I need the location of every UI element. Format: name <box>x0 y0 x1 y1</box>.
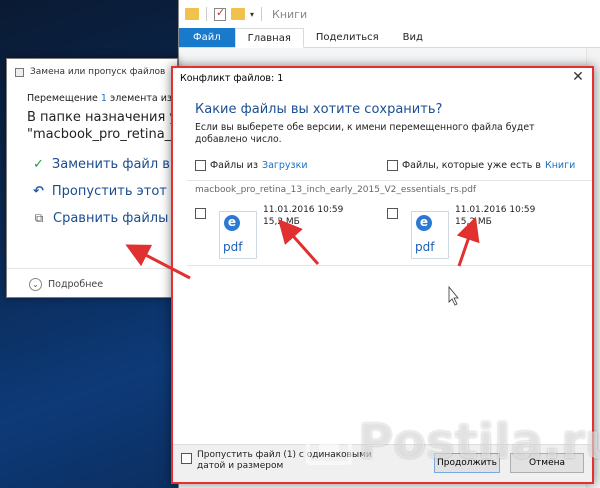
source-choice-label: Файлы из <box>210 160 258 171</box>
chevron-down-icon: ⌄ <box>29 278 42 291</box>
folder-icon[interactable] <box>185 8 199 20</box>
edge-icon: e <box>416 215 432 231</box>
replace-option[interactable]: ✓ Заменить файл в папке назначения <box>33 157 299 172</box>
watermark-logo-icon <box>306 419 352 465</box>
dialog-heading: Какие файлы вы хотите сохранить? <box>195 102 443 117</box>
compare-option-label: Сравнить файлы <box>53 211 169 226</box>
conflict-filename: macbook_pro_retina_13_inch_early_2015_V2… <box>195 185 477 195</box>
destination-file-checkbox[interactable] <box>387 208 398 219</box>
move-status: Перемещение 1 элемента из Загрузки в Кни… <box>27 93 262 104</box>
tab-home[interactable]: Главная <box>234 28 304 48</box>
dialog-title: Конфликт файлов: 1 <box>180 72 284 84</box>
dialog-description: Если вы выберете обе версии, к имени пер… <box>195 122 535 145</box>
destination-files-checkbox[interactable] <box>387 160 398 171</box>
explorer-titlebar: ▾ Книги <box>179 0 600 28</box>
destination-file-size: 15,2 МБ <box>455 217 492 227</box>
separator <box>206 7 207 21</box>
source-file-size: 15,2 МБ <box>263 217 300 227</box>
destination-choice-label: Файлы, которые уже есть в <box>402 160 541 171</box>
separator <box>261 7 263 21</box>
dialog-titlebar: Конфликт файлов: 1 ✕ <box>173 68 592 88</box>
properties-icon[interactable] <box>214 6 226 21</box>
checkmark-icon: ✓ <box>33 157 44 172</box>
compare-option[interactable]: ⧉ Сравнить файлы <box>33 211 177 226</box>
tab-share[interactable]: Поделиться <box>304 28 391 47</box>
edge-icon: e <box>224 215 240 231</box>
replace-skip-dialog: Замена или пропуск файлов Перемещение 1 … <box>6 58 445 298</box>
pdf-icon-label: pdf <box>223 240 243 254</box>
destination-file-date: 11.01.2016 10:59 <box>455 205 536 215</box>
move-prefix: Перемещение <box>27 93 101 104</box>
source-folder-link[interactable]: Загрузки <box>262 160 308 171</box>
skip-same-checkbox[interactable] <box>181 453 192 464</box>
choose-source-files[interactable]: Файлы из Загрузки <box>195 160 387 171</box>
window-title: Книги <box>272 7 308 21</box>
skip-icon: ↶ <box>33 184 44 199</box>
skip-option[interactable]: ↶ Пропустить этот файл <box>33 184 207 199</box>
ribbon-tabs: Файл Главная Поделиться Вид <box>179 28 600 48</box>
choose-destination-files[interactable]: Файлы, которые уже есть в Книги <box>387 160 579 171</box>
compare-files-icon: ⧉ <box>34 211 44 225</box>
more-details-label: Подробнее <box>48 279 104 290</box>
divider <box>7 268 177 269</box>
pdf-file-icon[interactable]: e pdf <box>219 211 257 259</box>
destination-line: В папке назначения уже есть файл <box>27 110 272 125</box>
destination-file: e pdf 11.01.2016 10:59 15,2 МБ <box>387 203 577 263</box>
chevron-down-icon[interactable]: ▾ <box>250 10 254 19</box>
version-choices: Файлы из Загрузки Файлы, которые уже ест… <box>195 160 592 171</box>
close-icon[interactable]: ✕ <box>570 70 586 86</box>
destination-message: В папке назначения уже есть файл "macboo… <box>27 109 445 143</box>
conflict-file-row: macbook_pro_retina_13_inch_early_2015_V2… <box>187 180 592 266</box>
watermark: Postila.ru <box>306 414 600 470</box>
watermark-text: Postila.ru <box>358 414 600 470</box>
tab-view[interactable]: Вид <box>391 28 435 47</box>
pdf-icon-label: pdf <box>415 240 435 254</box>
source-file-date: 11.01.2016 10:59 <box>263 205 344 215</box>
source-file-checkbox[interactable] <box>195 208 206 219</box>
more-details-button[interactable]: ⌄ Подробнее <box>29 278 103 291</box>
dialog-title: Замена или пропуск файлов <box>30 67 166 77</box>
destination-folder-link[interactable]: Книги <box>545 160 575 171</box>
destination-filename: "macbook_pro_retina_13_inch_early_2015_V… <box>27 126 445 143</box>
new-folder-icon[interactable] <box>231 8 245 20</box>
tab-file[interactable]: Файл <box>179 28 235 47</box>
source-files-checkbox[interactable] <box>195 160 206 171</box>
dialog-titlebar: Замена или пропуск файлов <box>7 59 177 85</box>
pdf-file-icon[interactable]: e pdf <box>411 211 449 259</box>
copy-icon <box>15 67 24 77</box>
source-file: e pdf 11.01.2016 10:59 15,2 МБ <box>195 203 385 263</box>
